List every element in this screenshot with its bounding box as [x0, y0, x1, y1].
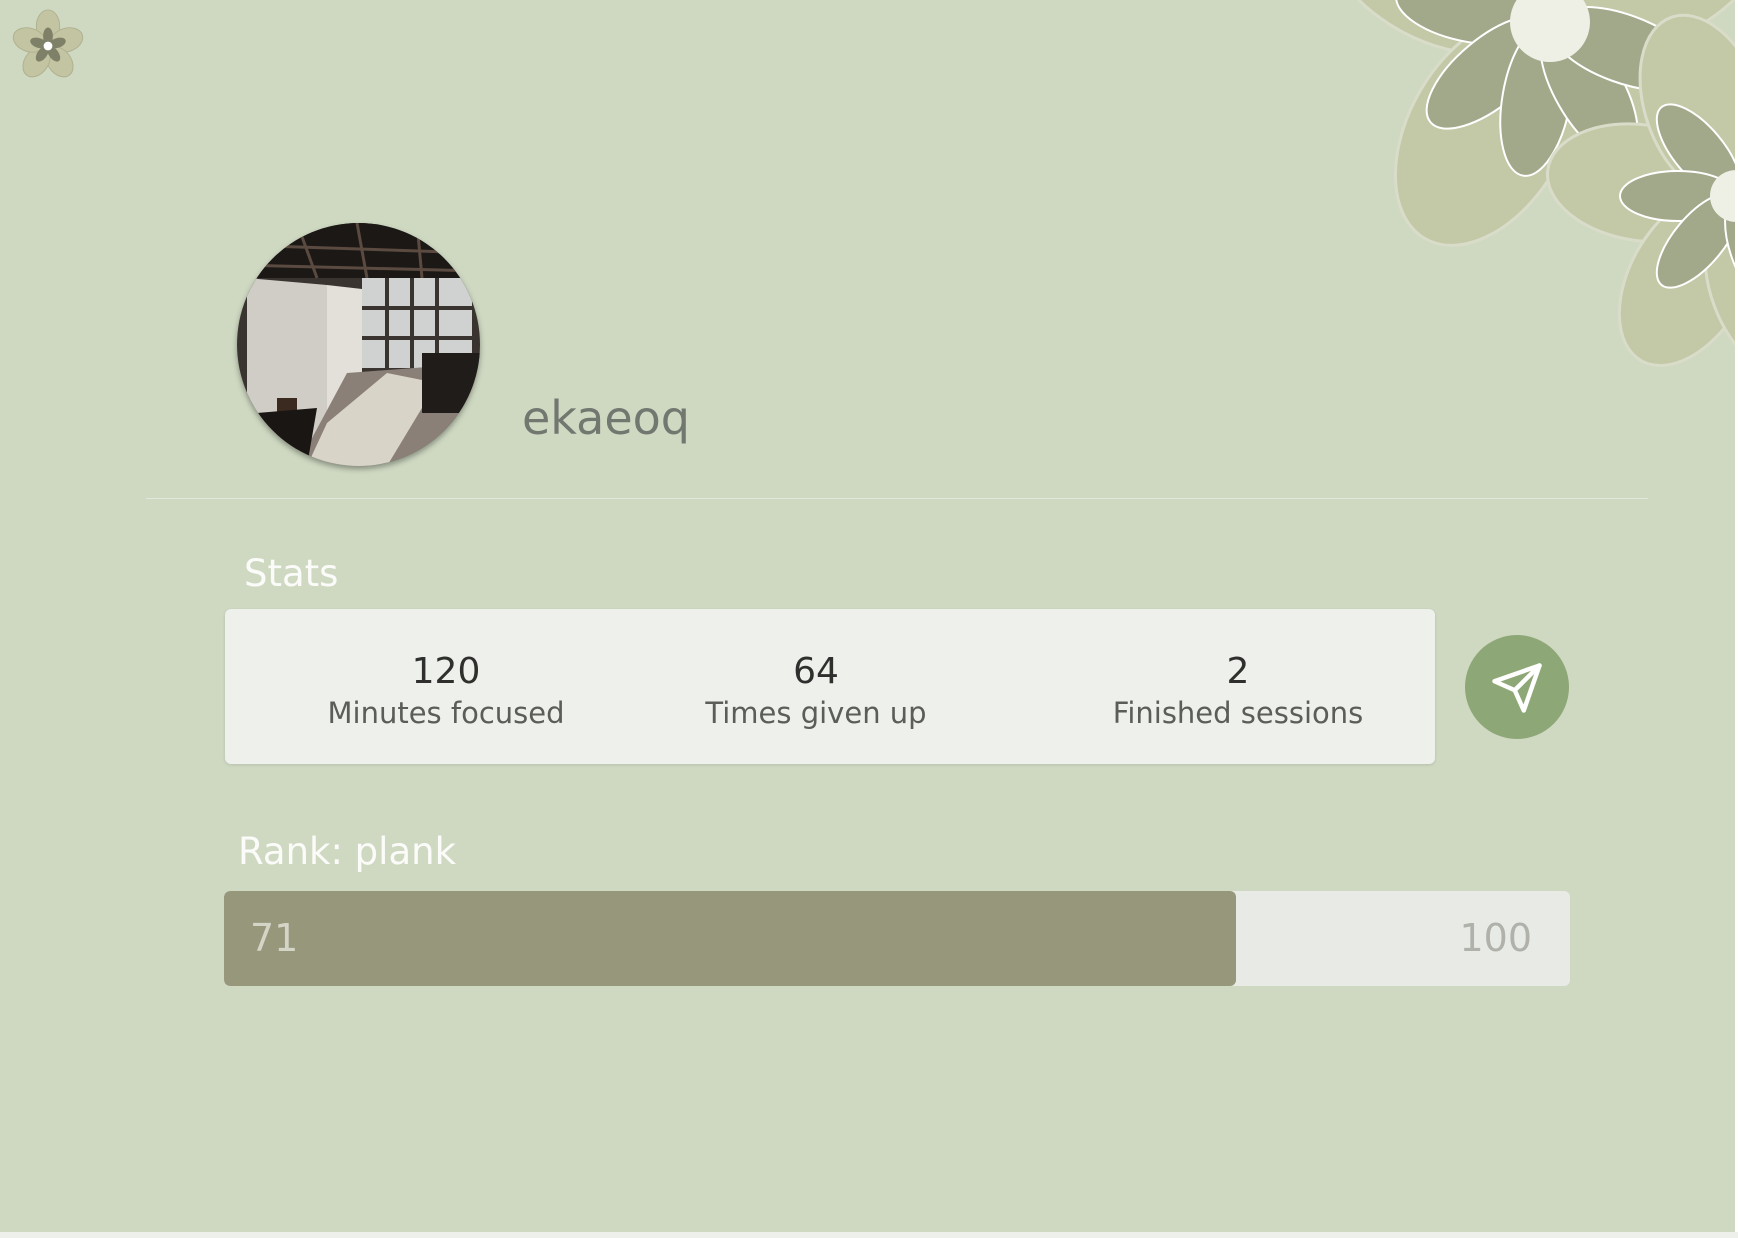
stat-label: Finished sessions: [1112, 696, 1364, 730]
rank-title: Rank: plank: [238, 830, 456, 873]
stats-card: 120 Minutes focused 64 Times given up 2 …: [225, 609, 1435, 764]
stat-value: 2: [1226, 651, 1250, 692]
rank-progress-bar: 71 100: [224, 891, 1570, 986]
avatar[interactable]: [237, 223, 480, 466]
stat-label: Minutes focused: [327, 696, 565, 730]
stat-value: 120: [411, 651, 481, 692]
rank-progress-current: 71: [250, 916, 299, 960]
stat-value: 64: [793, 651, 839, 692]
flower-decoration-icon: [1321, 0, 1735, 379]
stat-times-given-up: 64 Times given up: [656, 649, 976, 731]
window-edge: [0, 1232, 1738, 1238]
avatar-photo: [237, 223, 480, 466]
stat-finished-sessions: 2 Finished sessions: [1078, 649, 1398, 731]
flower-logo-icon: [12, 9, 84, 78]
send-icon: [1492, 663, 1542, 713]
stat-minutes-focused: 120 Minutes focused: [286, 649, 606, 731]
rank-progress-max: 100: [1459, 916, 1532, 960]
username: ekaeoq: [522, 391, 690, 445]
profile-screen: ekaeoq Stats 120 Minutes focused 64 Time…: [0, 0, 1735, 1232]
stats-title: Stats: [244, 552, 339, 595]
share-button[interactable]: [1465, 635, 1569, 739]
divider: [146, 498, 1648, 499]
rank-progress-fill: [224, 891, 1236, 986]
stat-label: Times given up: [705, 696, 927, 730]
